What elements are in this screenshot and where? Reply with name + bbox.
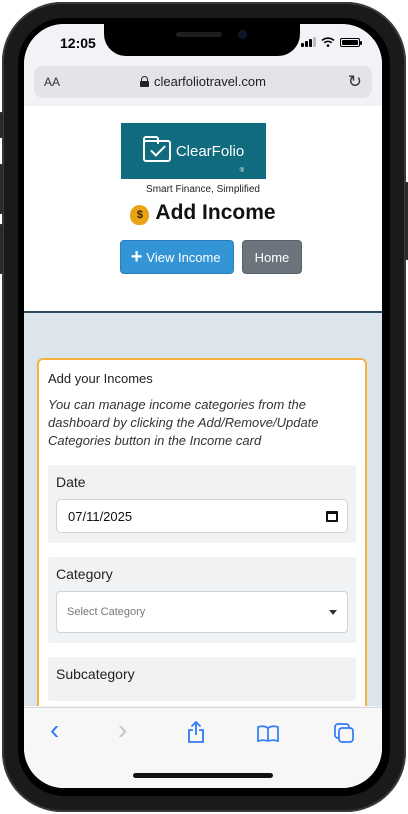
url-text: clearfoliotravel.com [154,74,266,89]
volume-down-button [0,224,3,274]
cellular-signal-icon [301,37,316,47]
front-camera [238,30,247,39]
status-time: 12:05 [60,35,96,51]
date-value: 07/11/2025 [68,508,133,524]
back-icon[interactable]: ‹ [50,714,59,746]
calendar-icon[interactable] [326,510,338,522]
plus-icon: + [130,246,143,268]
category-placeholder: Select Category [67,606,146,618]
folder-check-icon [142,136,171,162]
reload-icon[interactable]: ↻ [348,72,362,92]
logo-registered-mark: ® [239,168,244,174]
share-icon[interactable] [187,721,205,743]
page-title: $ Add Income [24,201,382,225]
money-bag-icon: $ [130,205,150,225]
date-input[interactable]: 07/11/2025 [56,499,348,533]
bookmarks-icon[interactable] [257,725,279,742]
date-label: Date [56,474,86,490]
content-band: Add your Incomes You can manage income c… [24,313,382,706]
chevron-down-icon [329,609,337,615]
logo-text: ClearFolio [175,142,245,160]
category-select[interactable]: Select Category [56,591,348,633]
tagline: Smart Finance, Simplified [146,184,260,195]
home-label: Home [254,249,290,265]
address-bar[interactable]: AA clearfoliotravel.com ↻ [34,66,372,98]
tabs-icon[interactable] [334,723,355,744]
view-income-label: View Income [146,249,221,265]
mute-switch [0,112,3,138]
phone-screen: 12:05 AA clearfoliotravel.com ↻ ClearFol… [24,24,382,788]
date-group: Date 07/11/2025 [48,465,356,543]
volume-up-button [0,164,3,214]
clearfolio-logo[interactable]: ClearFolio ® [121,123,266,179]
status-icons [301,37,362,47]
card-description: You can manage income categories from th… [48,397,319,448]
url-display[interactable]: clearfoliotravel.com [34,74,372,89]
speaker [176,32,222,37]
category-group: Category Select Category [48,557,356,643]
wifi-icon [321,37,335,47]
forward-icon[interactable]: › [118,714,127,746]
lock-icon [140,76,149,87]
battery-icon [340,37,362,47]
category-label: Category [56,566,113,582]
card-title: Add your Incomes [48,371,153,386]
subcategory-label: Subcategory [56,666,135,682]
web-content: ClearFolio ® Smart Finance, Simplified $… [24,106,382,706]
add-income-card: Add your Incomes You can manage income c… [37,358,367,706]
notch [104,24,300,56]
page-header: ClearFolio ® Smart Finance, Simplified $… [24,106,382,313]
view-income-button[interactable]: + View Income [119,240,234,274]
home-indicator[interactable] [133,773,273,778]
header-buttons: + View Income Home [24,240,382,274]
page-title-text: Add Income [155,201,276,224]
home-button[interactable]: Home [241,240,303,274]
status-bar: 12:05 [24,24,382,68]
subcategory-group: Subcategory [48,657,356,701]
